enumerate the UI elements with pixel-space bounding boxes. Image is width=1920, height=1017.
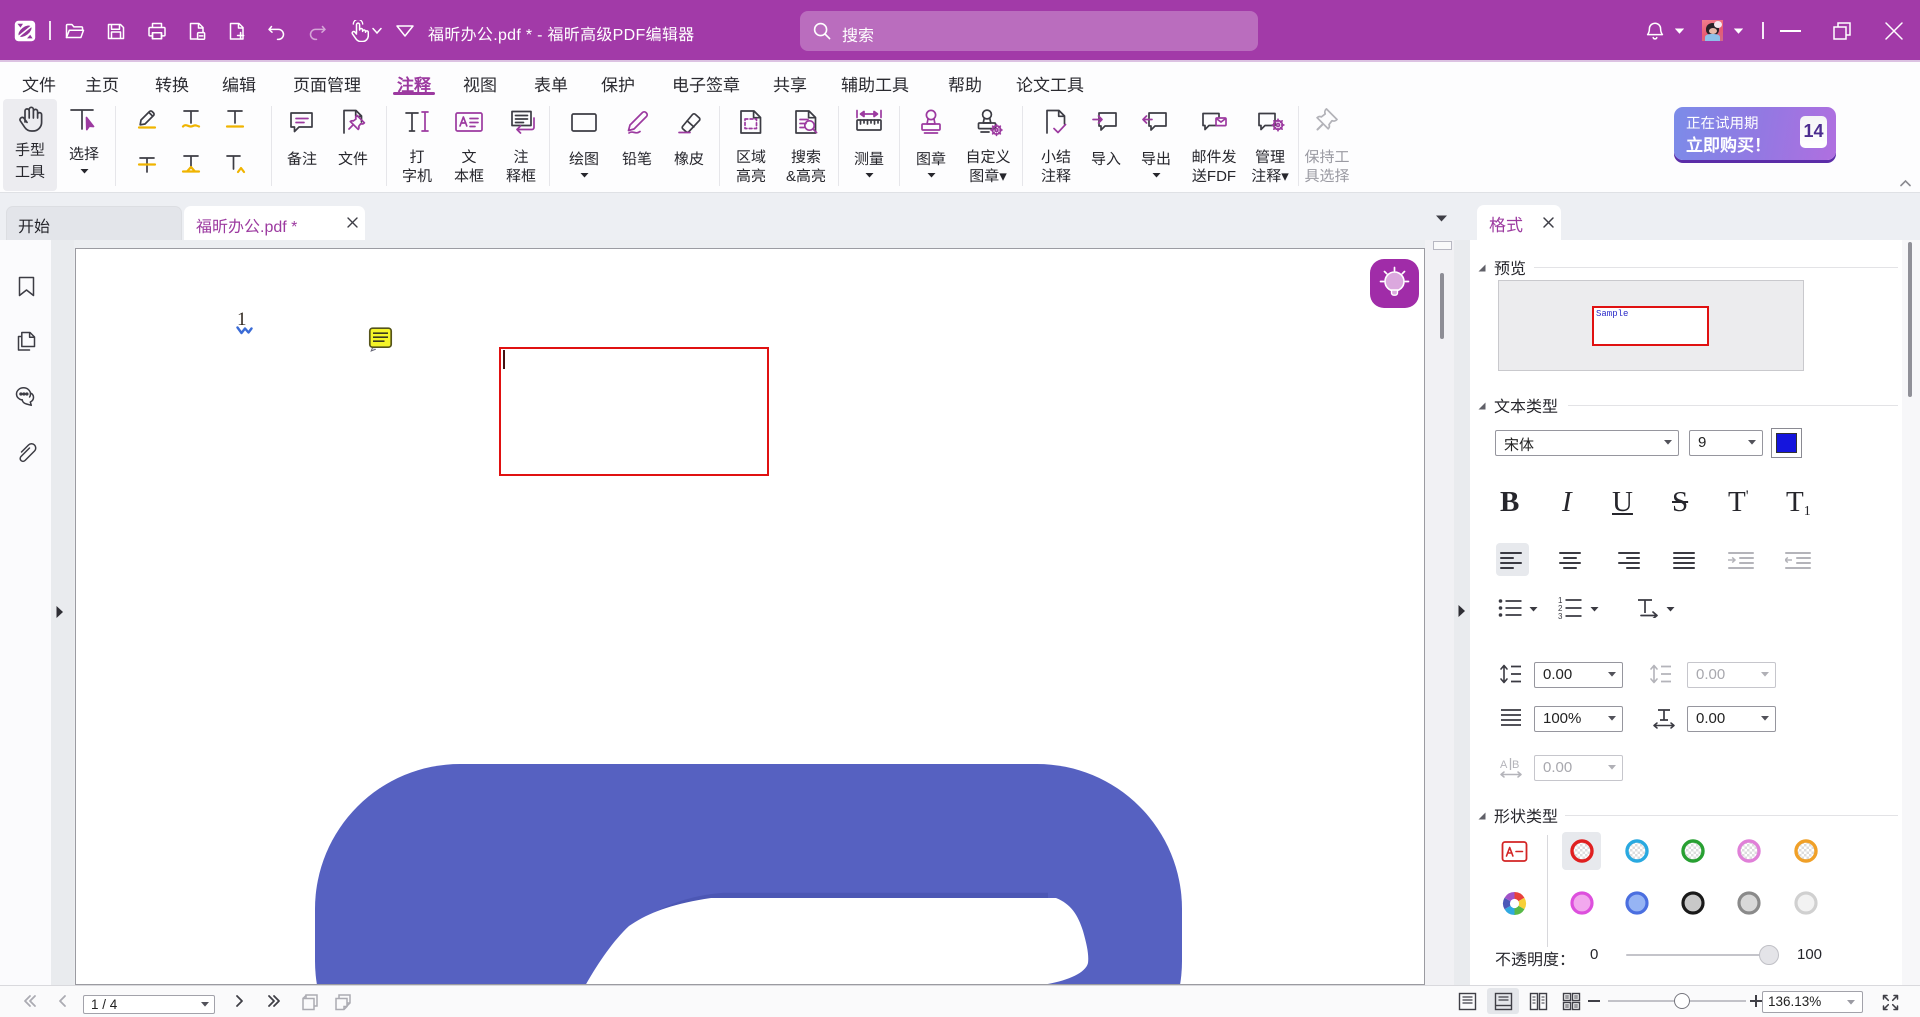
svg-text:B: B — [1512, 759, 1519, 771]
svg-text:A: A — [1500, 759, 1508, 771]
svg-text:3: 3 — [1558, 612, 1563, 620]
